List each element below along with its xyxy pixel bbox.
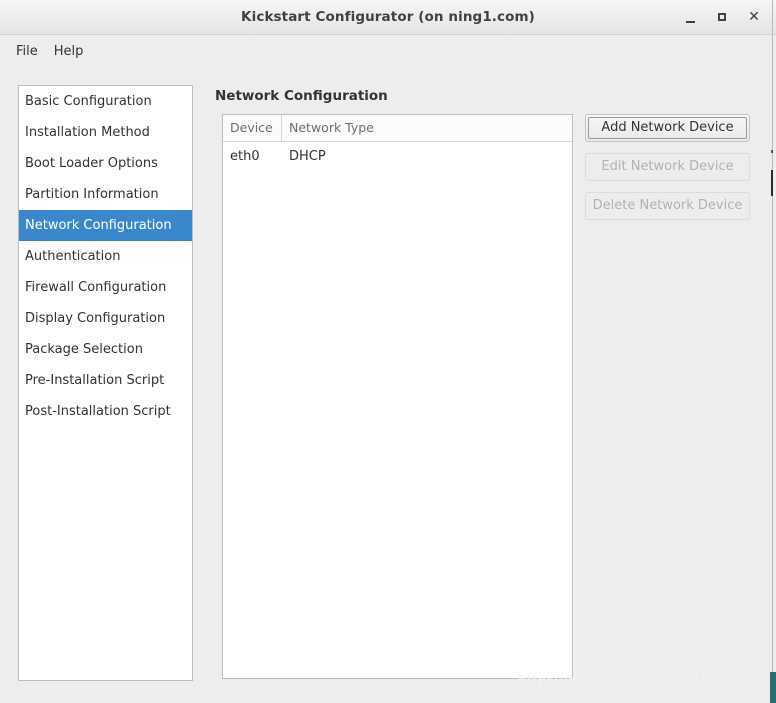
sidebar-item-network-configuration[interactable]: Network Configuration (19, 210, 192, 241)
edit-network-device-button[interactable]: Edit Network Device (585, 153, 750, 181)
edge-artifact-mark (771, 170, 773, 196)
page-title: Network Configuration (215, 88, 388, 104)
cell-device: eth0 (230, 149, 260, 164)
table-header-row: Device Network Type (223, 115, 572, 142)
column-header-device[interactable]: Device (223, 115, 282, 141)
application-window: Kickstart Configurator (on ning1.com) ✕ … (0, 0, 776, 703)
close-icon: ✕ (748, 9, 760, 25)
add-network-device-label: Add Network Device (601, 120, 734, 135)
minimize-button[interactable] (674, 3, 706, 31)
sidebar-item-installation-method[interactable]: Installation Method (19, 117, 192, 148)
window-right-edge (772, 0, 773, 703)
sidebar-item-authentication[interactable]: Authentication (19, 241, 192, 272)
edge-artifact-teal (770, 672, 776, 703)
window-title: Kickstart Configurator (on ning1.com) (241, 9, 535, 25)
sidebar-item-package-selection[interactable]: Package Selection (19, 334, 192, 365)
sidebar-item-post-installation-script[interactable]: Post-Installation Script (19, 396, 192, 427)
cell-network-type: DHCP (289, 149, 326, 164)
sidebar-item-display-configuration[interactable]: Display Configuration (19, 303, 192, 334)
navigation-sidebar: Basic Configuration Installation Method … (18, 85, 193, 681)
title-bar: Kickstart Configurator (on ning1.com) ✕ (0, 0, 776, 35)
minimize-icon (685, 20, 695, 23)
edge-artifact-dot (771, 150, 773, 153)
menu-item-file[interactable]: File (8, 41, 46, 62)
device-action-buttons: Add Network Device Edit Network Device D… (585, 114, 750, 220)
close-button[interactable]: ✕ (738, 3, 770, 31)
sidebar-item-firewall-configuration[interactable]: Firewall Configuration (19, 272, 192, 303)
menu-bar: File Help (0, 35, 776, 68)
add-network-device-button[interactable]: Add Network Device (585, 114, 750, 142)
sidebar-item-boot-loader-options[interactable]: Boot Loader Options (19, 148, 192, 179)
maximize-button[interactable] (706, 3, 738, 31)
menu-item-help[interactable]: Help (46, 41, 92, 62)
maximize-icon (718, 13, 726, 21)
column-header-network-type[interactable]: Network Type (282, 115, 572, 141)
window-controls: ✕ (674, 0, 770, 34)
table-row[interactable]: eth0 DHCP (223, 142, 572, 171)
sidebar-item-basic-configuration[interactable]: Basic Configuration (19, 86, 192, 117)
delete-network-device-button[interactable]: Delete Network Device (585, 192, 750, 220)
sidebar-item-partition-information[interactable]: Partition Information (19, 179, 192, 210)
sidebar-item-pre-installation-script[interactable]: Pre-Installation Script (19, 365, 192, 396)
network-device-table: Device Network Type eth0 DHCP (222, 114, 573, 679)
